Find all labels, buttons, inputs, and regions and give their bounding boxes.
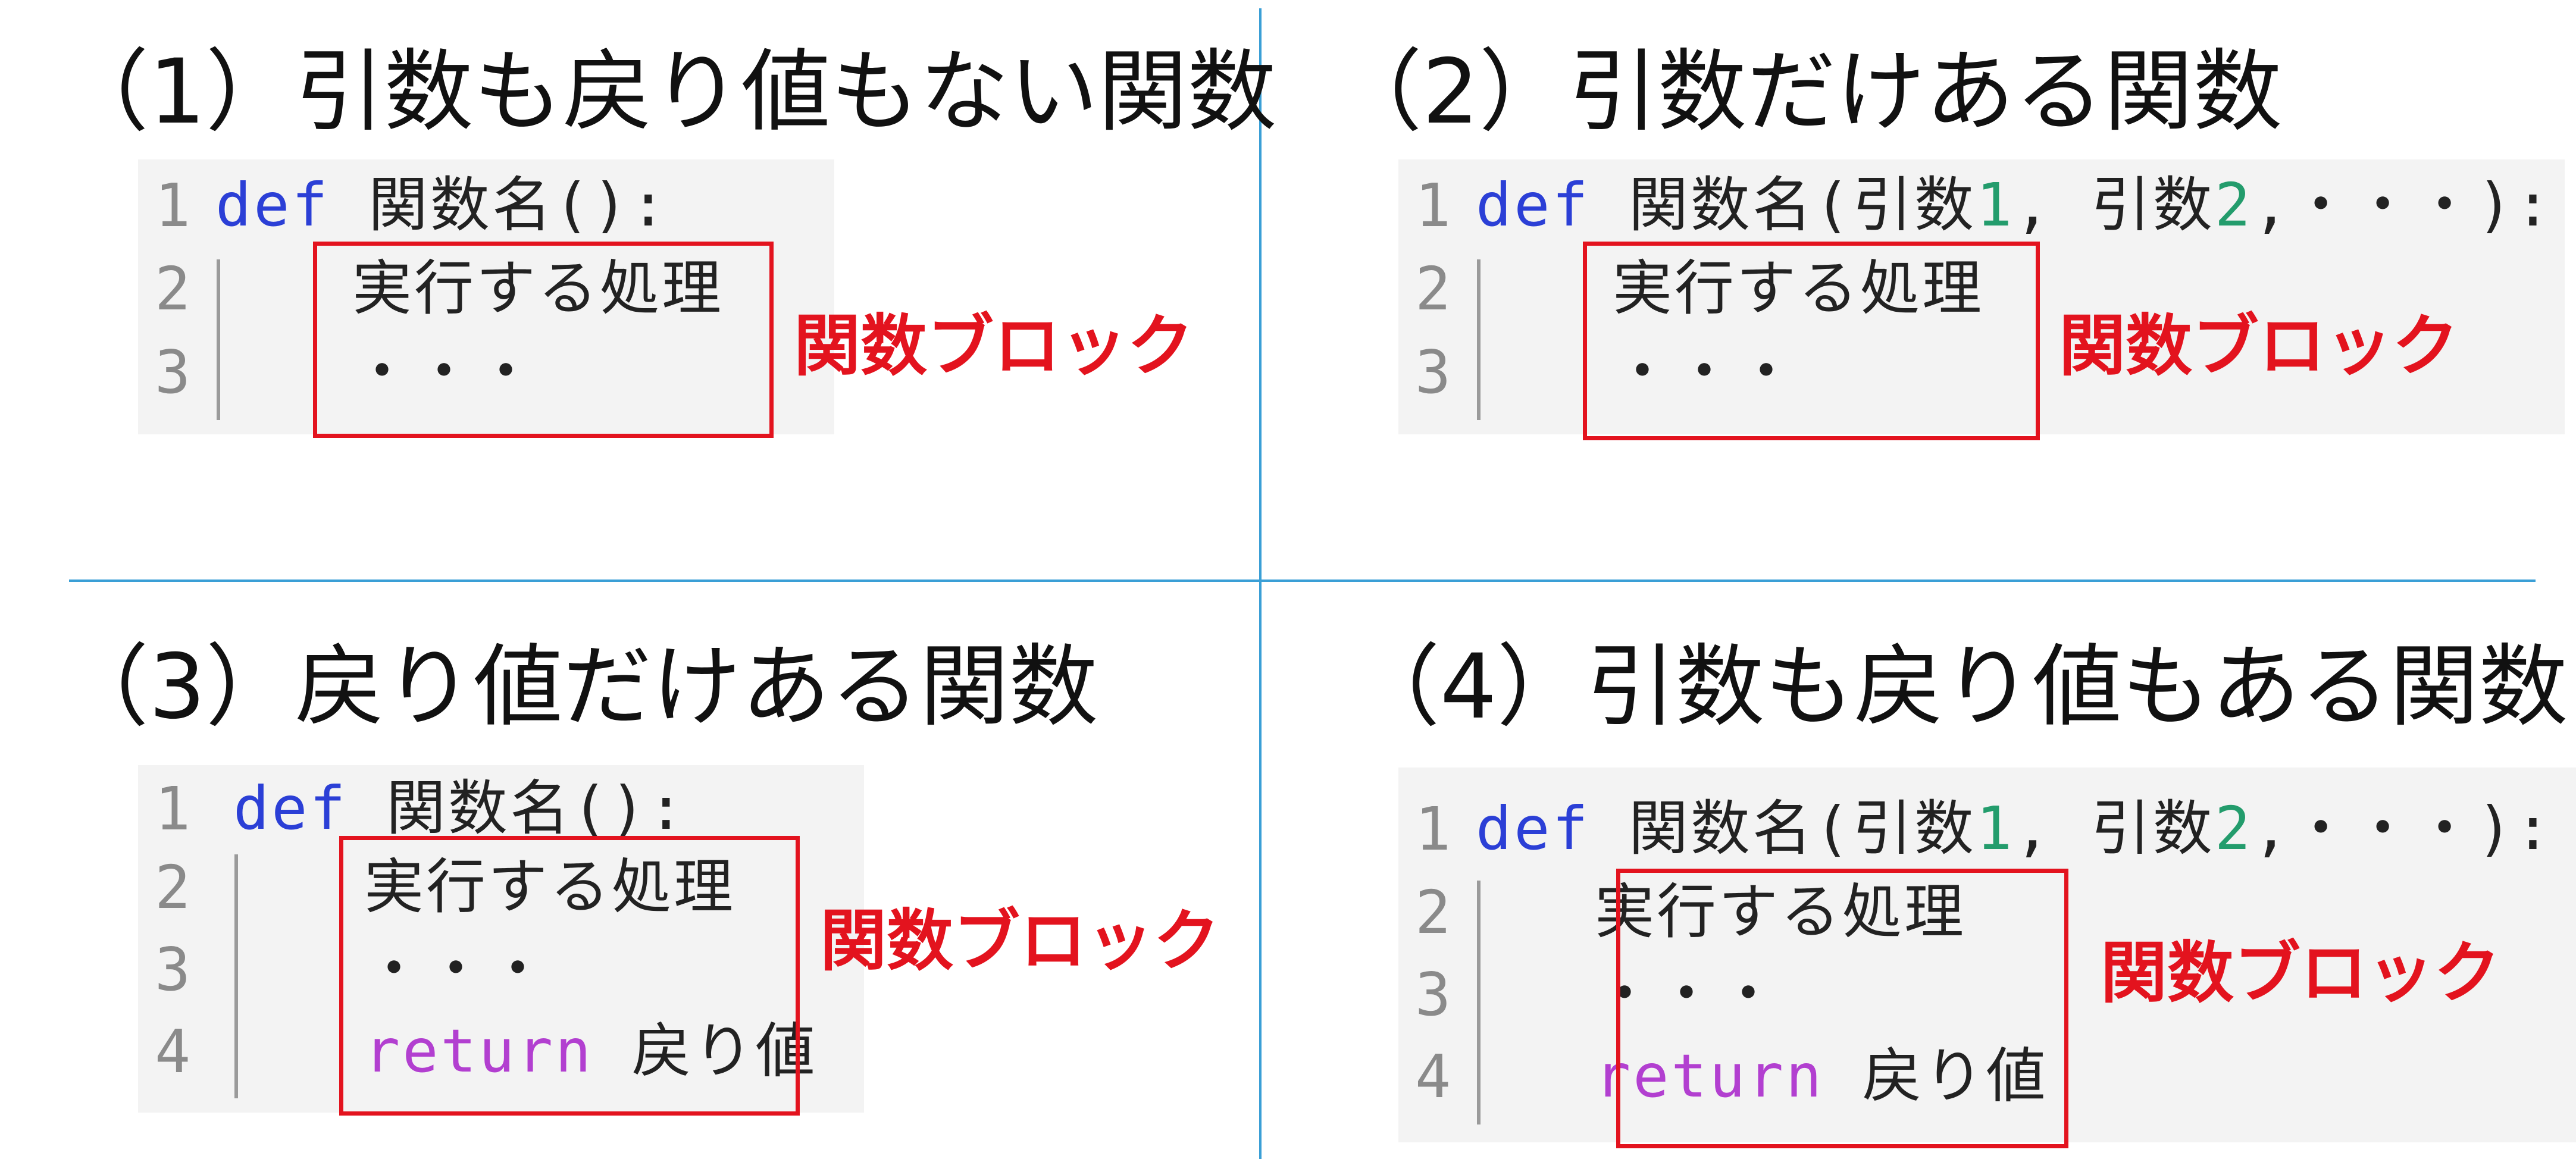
line-number: 2 bbox=[1415, 878, 1451, 947]
function-block-label: 関数ブロック bbox=[2101, 935, 2500, 1012]
function-block-box bbox=[339, 836, 800, 1116]
code-text: def 関数名(引数1, 引数2,・・・): bbox=[1476, 796, 2553, 862]
function-signature: 関数名(): bbox=[368, 170, 669, 240]
signature-tail: ,・・・): bbox=[2252, 170, 2553, 240]
quadrant-title: （3）戻り値だけある関数 bbox=[60, 635, 1098, 739]
keyword-def: def bbox=[233, 773, 348, 843]
function-block-box bbox=[313, 242, 774, 438]
line-number: 2 bbox=[155, 853, 191, 922]
code-line: 1 def 関数名(引数1, 引数2,・・・): bbox=[1398, 170, 2565, 248]
line-number: 1 bbox=[155, 171, 191, 240]
line-number: 3 bbox=[1415, 960, 1451, 1029]
code-text: def 関数名(): bbox=[215, 173, 668, 238]
number-literal: 2 bbox=[2214, 170, 2253, 240]
quadrant-title: （2）引数だけある関数 bbox=[1333, 40, 2283, 144]
code-text: def 関数名(): bbox=[233, 776, 686, 841]
line-number: 3 bbox=[155, 337, 191, 407]
quadrant-3: （3）戻り値だけある関数 1 def 関数名(): 2 実行する処理 3 ・・・… bbox=[60, 643, 1250, 1159]
quadrant-2: （2）引数だけある関数 1 def 関数名(引数1, 引数2,・・・): 2 実… bbox=[1333, 48, 2565, 535]
function-block-box bbox=[1616, 869, 2068, 1148]
line-number: 1 bbox=[1415, 171, 1451, 240]
quadrant-title: （4）引数も戻り値もある関数 bbox=[1351, 635, 2568, 739]
param-separator: , 引数 bbox=[2014, 170, 2215, 240]
line-number: 4 bbox=[155, 1017, 191, 1086]
function-block-label: 関数ブロック bbox=[794, 308, 1194, 385]
keyword-def: def bbox=[215, 170, 330, 240]
line-number: 2 bbox=[1415, 254, 1451, 324]
line-number: 3 bbox=[155, 935, 191, 1004]
param-separator: , 引数 bbox=[2014, 794, 2215, 863]
vertical-divider bbox=[1259, 8, 1262, 1159]
quadrant-title: （1）引数も戻り値もない関数 bbox=[60, 40, 1277, 144]
line-number: 2 bbox=[155, 254, 191, 324]
code-line: 1 def 関数名(引数1, 引数2,・・・): bbox=[1398, 794, 2576, 871]
code-text: def 関数名(引数1, 引数2,・・・): bbox=[1476, 173, 2553, 238]
signature-tail: ,・・・): bbox=[2252, 794, 2553, 863]
function-signature: 関数名(引数 bbox=[1628, 794, 1977, 863]
line-number: 1 bbox=[1415, 794, 1451, 864]
code-line: 1 def 関数名(): bbox=[138, 170, 834, 248]
number-literal: 1 bbox=[1976, 794, 2015, 863]
number-literal: 2 bbox=[2214, 794, 2253, 863]
function-block-label: 関数ブロック bbox=[820, 903, 1220, 980]
line-number: 3 bbox=[1415, 337, 1451, 407]
function-block-label: 関数ブロック bbox=[2059, 308, 2459, 385]
keyword-def: def bbox=[1476, 170, 1591, 240]
function-block-box bbox=[1583, 242, 2040, 440]
function-signature: 関数名(): bbox=[386, 773, 687, 843]
line-number: 4 bbox=[1415, 1042, 1451, 1111]
line-number: 1 bbox=[155, 774, 191, 844]
number-literal: 1 bbox=[1976, 170, 2015, 240]
quadrant-1: （1）引数も戻り値もない関数 1 def 関数名(): 2 実行する処理 3 ・… bbox=[60, 48, 1276, 535]
quadrant-4: （4）引数も戻り値もある関数 1 def 関数名(引数1, 引数2,・・・): … bbox=[1351, 635, 2576, 1159]
function-signature: 関数名(引数 bbox=[1628, 170, 1977, 240]
keyword-def: def bbox=[1476, 794, 1591, 863]
horizontal-divider bbox=[69, 580, 2536, 582]
